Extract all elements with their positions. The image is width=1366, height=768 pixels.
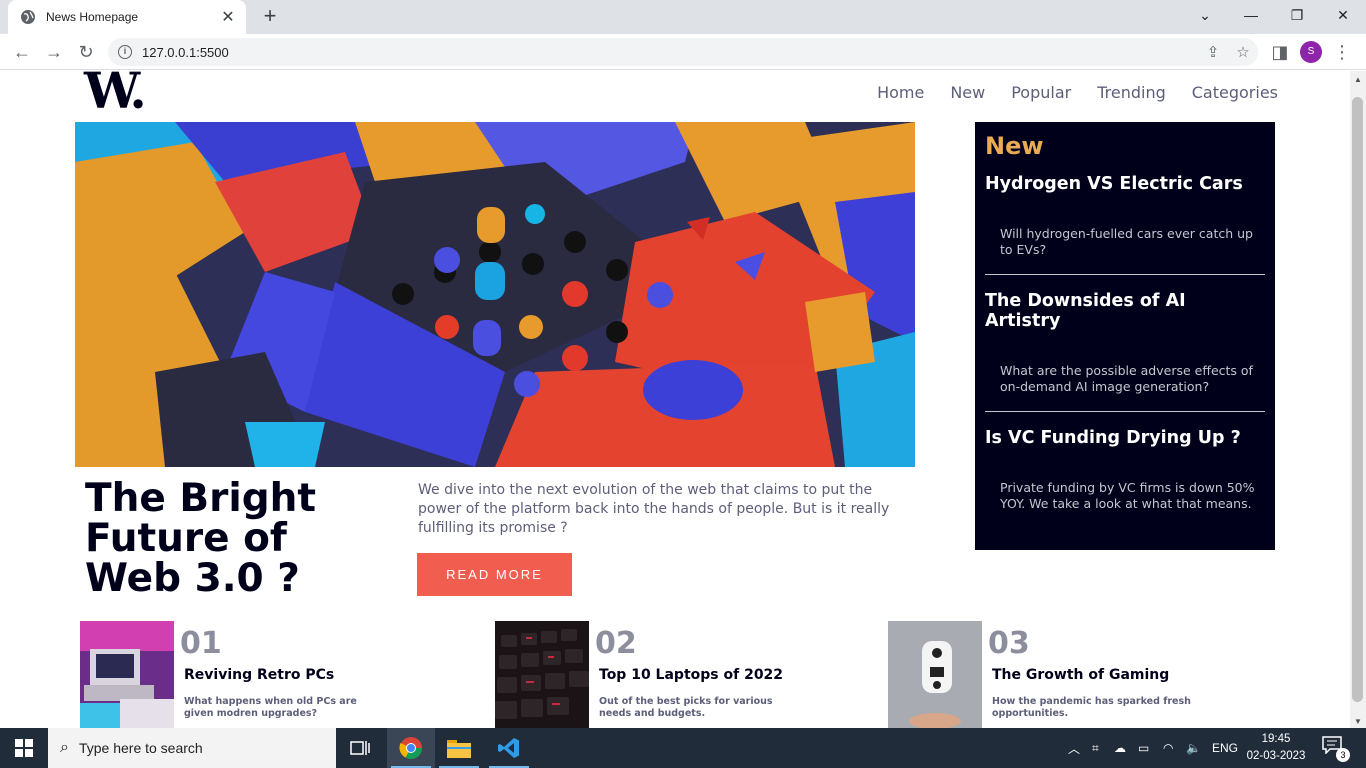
reload-button[interactable]: ↻	[74, 40, 98, 64]
minimize-button[interactable]: —	[1228, 0, 1274, 30]
retro-pc-thumbnail	[80, 621, 174, 728]
sidebar-article[interactable]: Hydrogen VS Electric Cars Will hydrogen-…	[985, 174, 1265, 275]
nav-trending[interactable]: Trending	[1097, 83, 1166, 102]
file-explorer-icon[interactable]	[435, 728, 483, 768]
taskbar-search[interactable]: ⌕ Type here to search	[48, 728, 336, 768]
battery-icon[interactable]: ▭	[1138, 728, 1149, 768]
search-icon: ⌕	[60, 739, 69, 756]
chrome-taskbar-icon[interactable]	[387, 728, 435, 768]
notification-center-icon[interactable]: 3	[1322, 736, 1350, 762]
card-desc: How the pandemic has sparked fresh oppor…	[992, 696, 1191, 719]
article-card[interactable]: 03 The Growth of Gaming How the pandemic…	[888, 621, 1191, 728]
card-title[interactable]: Top 10 Laptops of 2022	[599, 667, 783, 683]
main-nav: Home New Popular Trending Categories	[877, 83, 1278, 102]
page-scrollbar[interactable]: ▲ ▼	[1350, 71, 1366, 728]
sidebar-article-title[interactable]: Is VC Funding Drying Up ?	[985, 428, 1265, 448]
meet-now-icon[interactable]: ⌗	[1092, 728, 1099, 768]
tab-title: News Homepage	[46, 10, 139, 24]
card-number: 01	[180, 626, 222, 661]
windows-taskbar: ⌕ Type here to search ︿ ⌗ ☁ ▭ ◠ 🔈 ENG 19…	[0, 728, 1366, 768]
nav-popular[interactable]: Popular	[1011, 83, 1071, 102]
sidebar-article-title[interactable]: Hydrogen VS Electric Cars	[985, 174, 1265, 194]
onedrive-cloud-icon[interactable]: ☁	[1114, 728, 1126, 768]
close-tab-icon[interactable]: ✕	[220, 7, 236, 27]
taskbar-search-placeholder: Type here to search	[78, 740, 203, 756]
article-card[interactable]: 02 Top 10 Laptops of 2022 Out of the bes…	[495, 621, 795, 728]
globe-icon	[20, 9, 36, 25]
browser-toolbar: ← → ↻ i 127.0.0.1:5500 ⇪ ☆ ◨ ⋮	[0, 34, 1366, 70]
gaming-controller-thumbnail	[888, 621, 982, 728]
sidebar-article-title[interactable]: The Downsides of AI Artistry	[985, 291, 1265, 331]
sidebar-article-desc: What are the possible adverse effects of…	[1000, 363, 1253, 394]
windows-start-button[interactable]	[0, 728, 48, 768]
profile-avatar[interactable]: S	[1300, 41, 1322, 63]
article-card[interactable]: 01 Reviving Retro PCs What happens when …	[80, 621, 380, 728]
card-title[interactable]: The Growth of Gaming	[992, 667, 1169, 683]
nav-home[interactable]: Home	[877, 83, 924, 102]
page-viewport: W. Home New Popular Trending Categories	[0, 71, 1350, 728]
clock-time: 19:45	[1261, 733, 1291, 745]
site-info-icon[interactable]: i	[118, 45, 132, 59]
forward-button[interactable]: →	[42, 40, 66, 64]
menu-kebab-icon[interactable]: ⋮	[1330, 40, 1354, 64]
new-sidebar: New Hydrogen VS Electric Cars Will hydro…	[975, 122, 1275, 550]
scroll-up-arrow[interactable]: ▲	[1350, 75, 1366, 84]
clock-date: 02-03-2023	[1246, 750, 1306, 762]
scroll-down-arrow[interactable]: ▼	[1350, 717, 1366, 726]
sidebar-title: New	[985, 132, 1044, 160]
sidebar-article[interactable]: The Downsides of AI Artistry What are th…	[985, 291, 1265, 412]
close-window-button[interactable]: ✕	[1320, 0, 1366, 30]
card-number: 02	[595, 626, 637, 661]
back-button[interactable]: ←	[10, 40, 34, 64]
nav-new[interactable]: New	[950, 83, 985, 102]
new-tab-button[interactable]: +	[258, 4, 282, 28]
scrollbar-thumb[interactable]	[1352, 97, 1363, 702]
sidebar-article[interactable]: Is VC Funding Drying Up ? Private fundin…	[985, 428, 1265, 528]
browser-tab-bar: News Homepage ✕ + ⌄ — ❐ ✕	[0, 0, 1366, 34]
taskbar-clock[interactable]: 19:45 02-03-2023	[1240, 731, 1312, 765]
side-panel-icon[interactable]: ◨	[1268, 40, 1292, 64]
language-indicator[interactable]: ENG	[1212, 728, 1238, 768]
sidebar-article-desc: Will hydrogen-fuelled cars ever catch up…	[1000, 226, 1253, 257]
card-number: 03	[988, 626, 1030, 661]
tab-search-chevron-icon[interactable]: ⌄	[1182, 0, 1228, 30]
show-hidden-icons-chevron[interactable]: ︿	[1068, 728, 1080, 768]
site-logo[interactable]: W.	[84, 71, 147, 116]
vscode-icon[interactable]	[485, 728, 533, 768]
card-desc: What happens when old PCs are given modr…	[184, 696, 357, 719]
read-more-button[interactable]: READ MORE	[417, 553, 572, 596]
volume-icon[interactable]: 🔈	[1186, 728, 1201, 768]
browser-tab[interactable]: News Homepage ✕	[8, 0, 246, 34]
bookmark-star-icon[interactable]: ☆	[1228, 43, 1258, 61]
url-text: 127.0.0.1:5500	[142, 44, 229, 60]
task-view-icon[interactable]	[336, 728, 384, 768]
hero-headline: The Bright Future of Web 3.0 ?	[85, 476, 317, 601]
card-desc: Out of the best picks for various needs …	[599, 696, 773, 719]
hero-image	[75, 122, 915, 467]
card-title[interactable]: Reviving Retro PCs	[184, 667, 334, 683]
notification-badge: 3	[1336, 748, 1350, 762]
restore-button[interactable]: ❐	[1274, 0, 1320, 30]
address-bar[interactable]: i 127.0.0.1:5500 ⇪ ☆	[108, 38, 1258, 66]
sidebar-article-desc: Private funding by VC firms is down 50% …	[1000, 480, 1255, 511]
hero-summary: We dive into the next evolution of the w…	[418, 482, 890, 536]
nav-categories[interactable]: Categories	[1192, 83, 1278, 102]
wifi-icon[interactable]: ◠	[1163, 728, 1173, 768]
share-icon[interactable]: ⇪	[1198, 43, 1228, 61]
laptop-keyboard-thumbnail	[495, 621, 589, 728]
